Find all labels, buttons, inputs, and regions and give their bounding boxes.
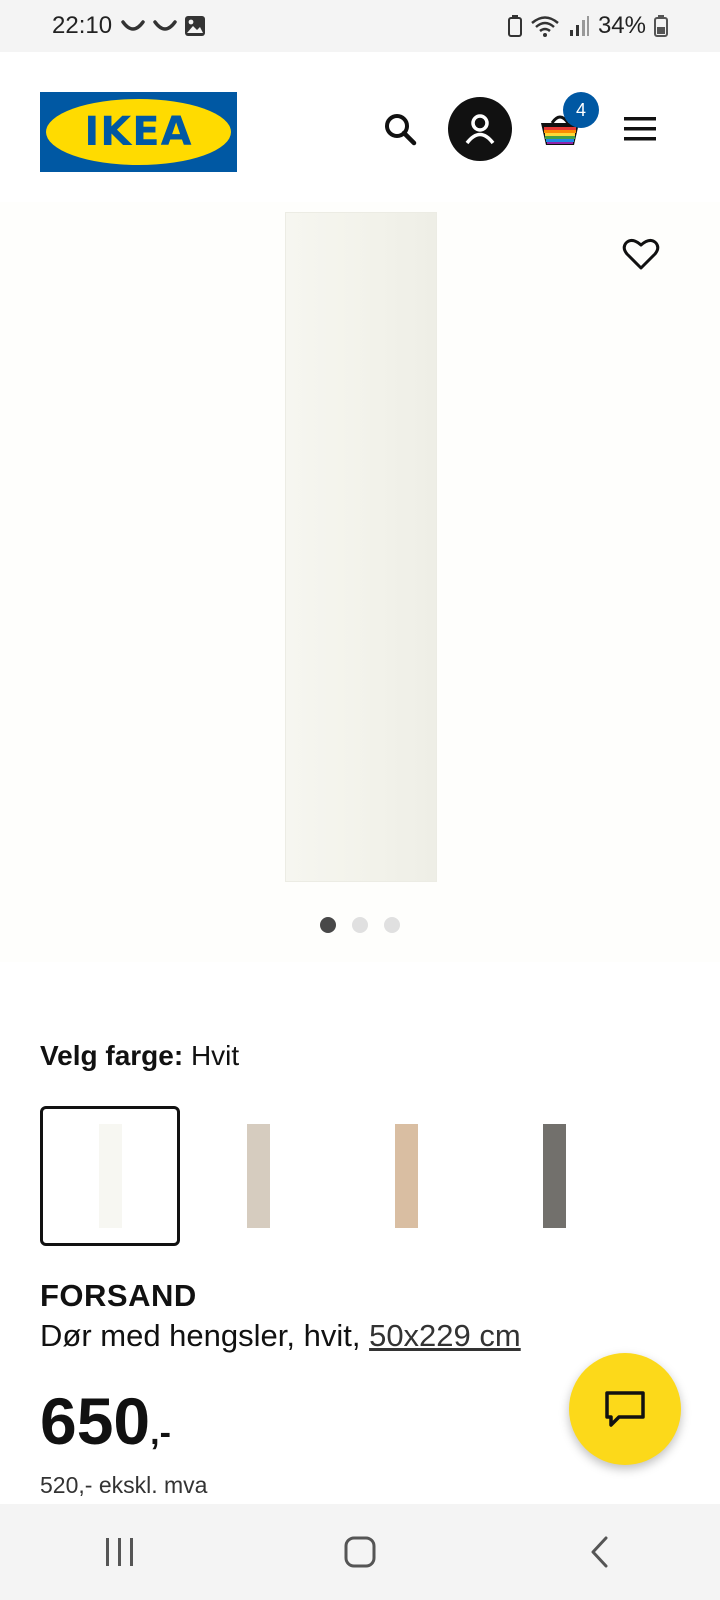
status-left: 22:10: [52, 12, 206, 40]
battery-saver-icon: [507, 15, 522, 37]
logo-text: IKEA: [46, 99, 231, 165]
product-name: FORSAND: [40, 1278, 197, 1313]
status-bar: 22:10 34%: [0, 0, 720, 52]
favorite-button[interactable]: [617, 230, 665, 278]
product-image-gallery[interactable]: [0, 202, 720, 962]
gallery-icon: [185, 16, 206, 36]
carousel-dot[interactable]: [352, 917, 368, 933]
notification-icons: [120, 15, 206, 37]
recent-apps-icon: [106, 1538, 133, 1566]
system-nav-bar: [0, 1504, 720, 1600]
swatch-wood[interactable]: [336, 1106, 476, 1246]
signal-icon: [569, 16, 589, 36]
ikea-logo[interactable]: IKEA: [40, 92, 237, 172]
menu-button[interactable]: [608, 97, 672, 161]
swatch-grey[interactable]: [484, 1106, 624, 1246]
home-button[interactable]: [320, 1522, 400, 1582]
product-description-text: Dør med hengsler, hvit,: [40, 1318, 370, 1353]
swatch-thumbnail: [394, 1124, 418, 1228]
price-suffix: ,-: [150, 1414, 171, 1452]
heart-icon: [622, 238, 660, 270]
recent-apps-button[interactable]: [80, 1522, 160, 1582]
color-selected-value: Hvit: [190, 1040, 240, 1071]
price-excl-vat: 520,- ekskl. mva: [40, 1472, 208, 1498]
product-price: 650,-: [40, 1388, 171, 1454]
account-button[interactable]: [448, 97, 512, 161]
status-right: 34%: [507, 12, 668, 40]
user-icon: [465, 114, 495, 145]
chat-button[interactable]: [569, 1353, 681, 1465]
smile-icon: [153, 20, 177, 31]
price-main: 650: [40, 1384, 151, 1458]
battery-percent: 34%: [597, 12, 646, 39]
search-icon: [385, 114, 417, 146]
swatch-thumbnail: [98, 1124, 122, 1228]
back-icon: [591, 1536, 608, 1568]
swatch-beige[interactable]: [188, 1106, 328, 1246]
home-icon: [344, 1536, 376, 1568]
color-swatches: [40, 1106, 680, 1246]
swatch-thumbnail: [542, 1124, 566, 1228]
product-image: [285, 212, 437, 882]
product-size-link[interactable]: 50x229 cm: [369, 1318, 521, 1353]
wifi-icon: [531, 16, 559, 37]
back-button[interactable]: [560, 1522, 640, 1582]
hamburger-icon: [624, 117, 656, 141]
search-button[interactable]: [368, 97, 432, 161]
product-description: Dør med hengsler, hvit, 50x229 cm: [40, 1318, 521, 1354]
swatch-white[interactable]: [40, 1106, 180, 1246]
carousel-dot[interactable]: [384, 917, 400, 933]
cart-count-badge: 4: [563, 92, 599, 128]
site-header: IKEA 4: [0, 52, 720, 202]
smile-icon: [121, 20, 145, 31]
status-time: 22:10: [52, 12, 113, 39]
chat-icon: [605, 1391, 645, 1427]
battery-icon: [654, 15, 668, 37]
color-label: Velg farge: Hvit: [40, 1040, 239, 1072]
color-label-title: Velg farge:: [40, 1040, 184, 1071]
swatch-thumbnail: [246, 1124, 270, 1228]
carousel-dot[interactable]: [320, 917, 336, 933]
carousel-dots: [0, 917, 720, 937]
